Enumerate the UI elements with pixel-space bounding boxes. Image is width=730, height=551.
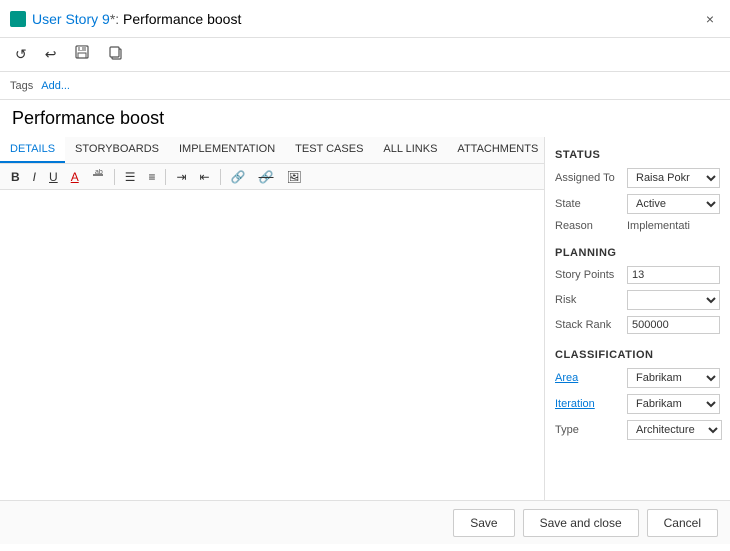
story-points-label: Story Points — [555, 269, 623, 281]
risk-select[interactable]: 1 - Critical 2 - High 3 - Medium 4 - Low — [627, 290, 720, 310]
area-select[interactable]: Fabrikam — [627, 368, 720, 388]
editor-separator-1 — [114, 169, 115, 185]
editor-separator-3 — [220, 169, 221, 185]
refresh-button[interactable]: ↺ — [10, 43, 32, 66]
tabs-bar: DETAILS STORYBOARDS IMPLEMENTATION TEST … — [0, 137, 544, 164]
editor-separator-2 — [165, 169, 166, 185]
iteration-select[interactable]: Fabrikam — [627, 394, 720, 414]
tags-label: Tags — [10, 80, 33, 92]
state-row: State Active Closed Resolved New — [545, 191, 730, 217]
unordered-list-button[interactable]: ☰ — [120, 168, 141, 186]
tab-implementation[interactable]: IMPLEMENTATION — [169, 137, 285, 163]
italic-button[interactable]: I — [28, 168, 41, 186]
story-points-input[interactable] — [627, 266, 720, 284]
risk-row: Risk 1 - Critical 2 - High 3 - Medium 4 … — [545, 287, 730, 313]
stack-rank-input[interactable] — [627, 316, 720, 334]
planning-divider — [545, 235, 730, 243]
title-text: User Story 9*: Performance boost — [32, 11, 241, 27]
stack-rank-label: Stack Rank — [555, 319, 623, 331]
main-toolbar: ↺ ↩ — [0, 38, 730, 72]
assigned-to-select[interactable]: Raisa Pokr — [627, 168, 720, 188]
tab-all-links[interactable]: ALL LINKS — [373, 137, 447, 163]
area-label[interactable]: Area — [555, 372, 623, 384]
state-select[interactable]: Active Closed Resolved New — [627, 194, 720, 214]
svg-text:ab: ab — [95, 169, 103, 176]
status-section-header: STATUS — [545, 145, 730, 165]
title-prefix: User Story 9 — [32, 11, 110, 27]
title-separator: *: — [110, 11, 123, 27]
area-row: Area Fabrikam — [545, 365, 730, 391]
tab-storyboards[interactable]: STORYBOARDS — [65, 137, 169, 163]
state-label: State — [555, 198, 623, 210]
reason-row: Reason Implementati — [545, 217, 730, 235]
title-bar: User Story 9*: Performance boost × — [0, 0, 730, 38]
highlight-button[interactable]: A — [66, 168, 84, 186]
copy-button[interactable] — [103, 42, 129, 67]
save-button[interactable]: Save — [453, 509, 514, 537]
type-select[interactable]: Architecture Business Development — [627, 420, 722, 440]
title-bar-left: User Story 9*: Performance boost — [10, 11, 241, 27]
save-close-button[interactable]: Save and close — [523, 509, 639, 537]
cancel-button[interactable]: Cancel — [647, 509, 718, 537]
underline-button[interactable]: U — [44, 168, 63, 186]
classification-divider — [545, 337, 730, 345]
editor-toolbar: B I U A ab ☰ ≡ ⇥ ⇤ 🔗 🔗 🖼 — [0, 164, 544, 190]
risk-label: Risk — [555, 294, 623, 306]
tab-test-cases[interactable]: TEST CASES — [285, 137, 373, 163]
title-name: Performance boost — [123, 11, 241, 27]
work-item-icon — [10, 11, 26, 27]
save-icon — [74, 44, 90, 60]
unlink-button[interactable]: 🔗 — [254, 168, 279, 186]
type-row: Type Architecture Business Development — [545, 417, 730, 443]
editor-content-area[interactable] — [0, 190, 544, 500]
classification-section-header: CLASSIFICATION — [545, 345, 730, 365]
type-label: Type — [555, 424, 623, 436]
left-panel: DETAILS STORYBOARDS IMPLEMENTATION TEST … — [0, 137, 545, 500]
copy-icon — [108, 45, 124, 61]
tags-add-button[interactable]: Add... — [41, 80, 70, 92]
undo-button[interactable]: ↩ — [40, 43, 62, 66]
tab-attachments[interactable]: ATTACHMENTS — [447, 137, 545, 163]
assigned-to-label: Assigned To — [555, 172, 623, 184]
ordered-list-button[interactable]: ≡ — [143, 168, 160, 186]
iteration-row: Iteration Fabrikam — [545, 391, 730, 417]
save-icon-button[interactable] — [69, 41, 95, 68]
reason-value: Implementati — [627, 220, 720, 232]
strikethrough-icon: ab — [92, 169, 104, 181]
reason-label: Reason — [555, 220, 623, 232]
outdent-button[interactable]: ⇤ — [195, 168, 215, 186]
work-item-title-input[interactable] — [12, 108, 718, 129]
stack-rank-row: Stack Rank — [545, 313, 730, 337]
iteration-label[interactable]: Iteration — [555, 398, 623, 410]
tab-details[interactable]: DETAILS — [0, 137, 65, 163]
strikethrough-button[interactable]: ab — [87, 167, 109, 186]
tags-bar: Tags Add... — [0, 72, 730, 100]
main-content: DETAILS STORYBOARDS IMPLEMENTATION TEST … — [0, 137, 730, 500]
image-button[interactable]: 🖼 — [282, 168, 307, 186]
close-button[interactable]: × — [700, 9, 720, 29]
link-button[interactable]: 🔗 — [226, 168, 251, 186]
right-panel: STATUS Assigned To Raisa Pokr State Acti… — [545, 137, 730, 500]
planning-section-header: PLANNING — [545, 243, 730, 263]
assigned-to-row: Assigned To Raisa Pokr — [545, 165, 730, 191]
indent-button[interactable]: ⇥ — [171, 168, 191, 186]
footer: Save Save and close Cancel — [0, 500, 730, 544]
story-points-row: Story Points — [545, 263, 730, 287]
bold-button[interactable]: B — [6, 168, 25, 186]
